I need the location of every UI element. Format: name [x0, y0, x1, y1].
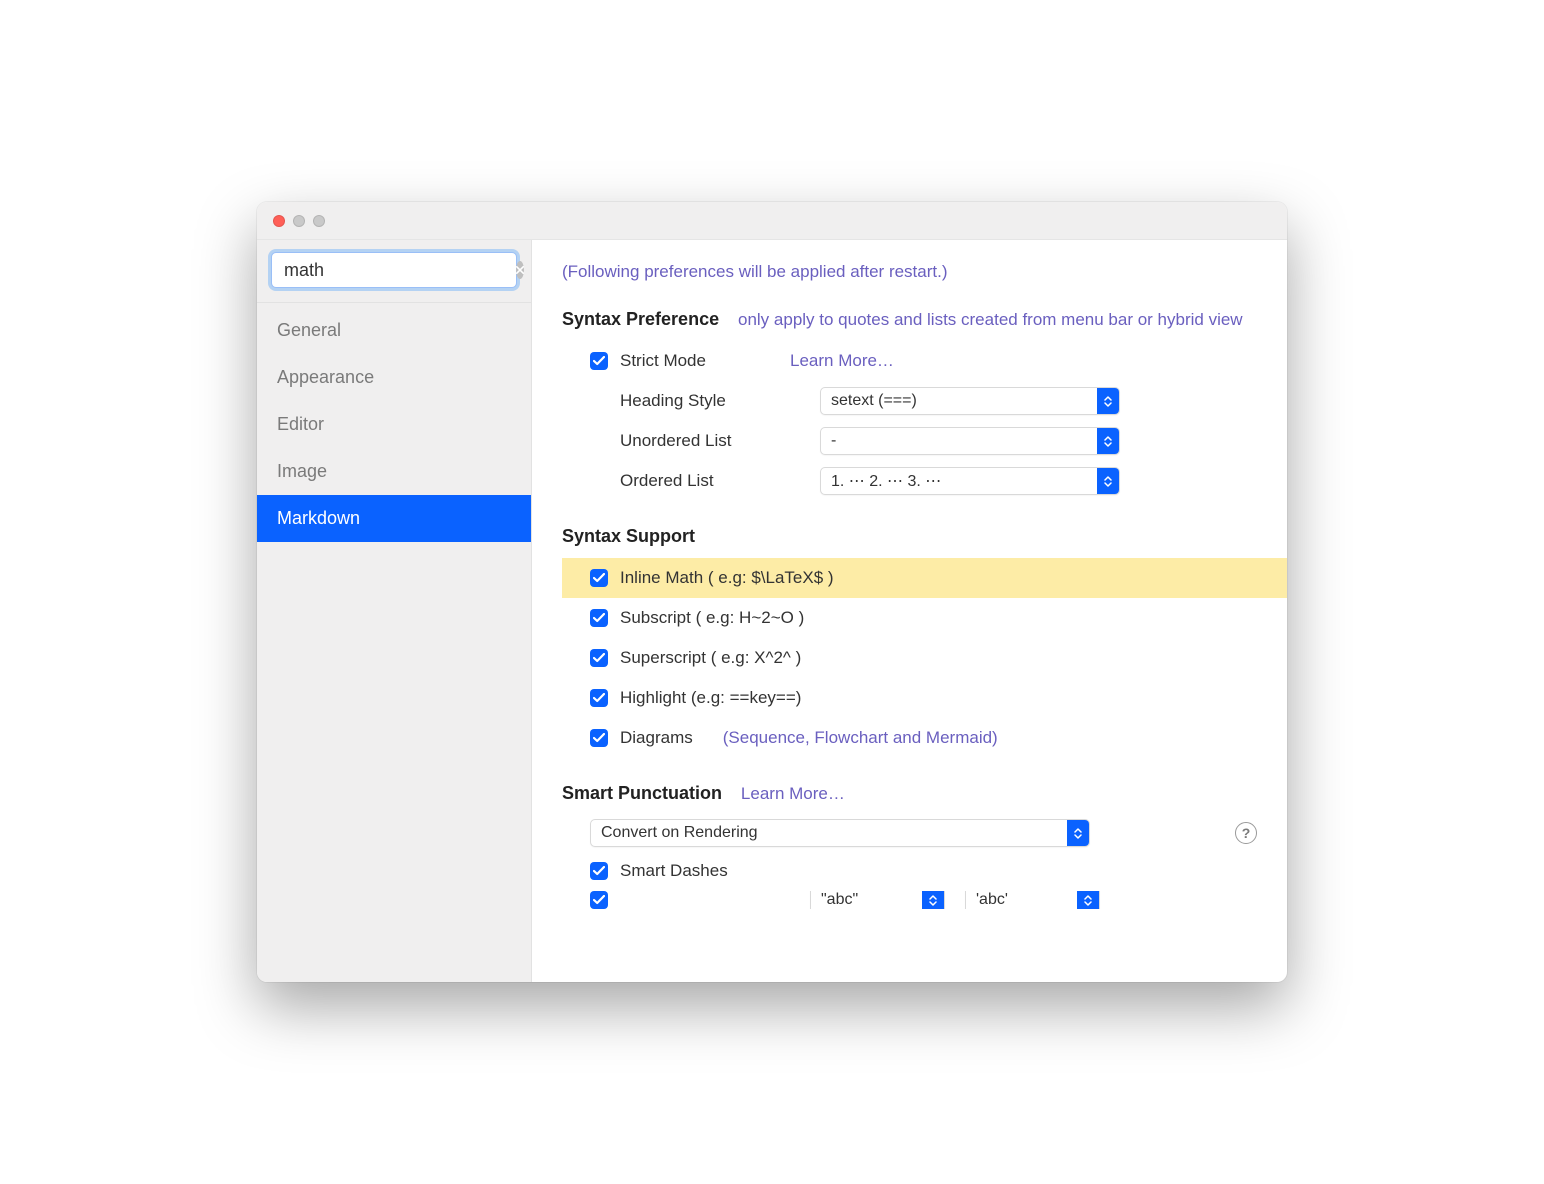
syntax-preference-title: Syntax Preference	[562, 309, 719, 329]
diagrams-hint: (Sequence, Flowchart and Mermaid)	[723, 728, 998, 748]
smart-convert-value: Convert on Rendering	[591, 824, 1067, 842]
diagrams-label: Diagrams	[620, 728, 693, 748]
sidebar: General Appearance Editor Image Markdown	[257, 240, 532, 982]
select-stepper-icon	[922, 891, 944, 909]
syntax-support-header: Syntax Support	[562, 523, 1287, 550]
superscript-checkbox[interactable]	[590, 649, 608, 667]
unordered-list-select[interactable]: -	[820, 427, 1120, 455]
unordered-list-value: -	[821, 432, 1097, 450]
highlight-row: Highlight (e.g: ==key==)	[562, 678, 1287, 718]
check-icon	[593, 613, 605, 623]
select-stepper-icon	[1097, 468, 1119, 494]
smart-convert-select[interactable]: Convert on Rendering	[590, 819, 1090, 847]
strict-mode-checkbox[interactable]	[590, 352, 608, 370]
traffic-lights	[273, 215, 325, 227]
select-stepper-icon	[1077, 891, 1099, 909]
select-stepper-icon	[1067, 820, 1089, 846]
restart-note: (Following preferences will be applied a…	[562, 262, 1287, 282]
minimize-button[interactable]	[293, 215, 305, 227]
question-icon: ?	[1242, 825, 1251, 841]
select-stepper-icon	[1097, 428, 1119, 454]
smart-punctuation-learn-more-link[interactable]: Learn More…	[741, 784, 845, 803]
search-field[interactable]	[271, 252, 517, 288]
strict-mode-row: Strict Mode Learn More…	[562, 341, 1287, 381]
ordered-list-select[interactable]: 1. ⋯ 2. ⋯ 3. ⋯	[820, 467, 1120, 495]
smart-punctuation-title: Smart Punctuation	[562, 783, 722, 803]
syntax-support-title: Syntax Support	[562, 526, 695, 546]
sidebar-item-general[interactable]: General	[257, 307, 531, 354]
diagrams-row: Diagrams (Sequence, Flowchart and Mermai…	[562, 718, 1287, 758]
syntax-preference-subtitle: only apply to quotes and lists created f…	[738, 310, 1243, 329]
inline-math-checkbox[interactable]	[590, 569, 608, 587]
search-input[interactable]	[284, 260, 516, 281]
sidebar-item-markdown[interactable]: Markdown	[257, 495, 531, 542]
check-icon	[593, 573, 605, 583]
titlebar	[257, 202, 1287, 240]
smart-quotes-double-value: "abc"	[811, 891, 922, 909]
check-icon	[593, 356, 605, 366]
check-icon	[593, 895, 605, 905]
smart-quotes-single-value: 'abc'	[966, 891, 1077, 909]
syntax-preference-header: Syntax Preference only apply to quotes a…	[562, 306, 1287, 333]
smart-dashes-checkbox[interactable]	[590, 862, 608, 880]
sidebar-item-editor[interactable]: Editor	[257, 401, 531, 448]
close-icon	[516, 266, 524, 274]
check-icon	[593, 866, 605, 876]
help-button[interactable]: ?	[1235, 822, 1257, 844]
window-body: General Appearance Editor Image Markdown…	[257, 240, 1287, 982]
ordered-list-label: Ordered List	[620, 471, 820, 491]
sidebar-nav: General Appearance Editor Image Markdown	[257, 303, 531, 542]
search-wrap	[257, 240, 531, 303]
superscript-row: Superscript ( e.g: X^2^ )	[562, 638, 1287, 678]
check-icon	[593, 733, 605, 743]
strict-mode-label: Strict Mode	[620, 351, 790, 371]
superscript-label: Superscript ( e.g: X^2^ )	[620, 648, 801, 668]
heading-style-row: Heading Style setext (===)	[562, 381, 1287, 421]
maximize-button[interactable]	[313, 215, 325, 227]
diagrams-checkbox[interactable]	[590, 729, 608, 747]
subscript-row: Subscript ( e.g: H~2~O )	[562, 598, 1287, 638]
smart-quotes-double-select[interactable]: "abc"	[810, 891, 945, 909]
ordered-list-value: 1. ⋯ 2. ⋯ 3. ⋯	[821, 471, 1097, 491]
subscript-checkbox[interactable]	[590, 609, 608, 627]
smart-quotes-row-partial: "abc" 'abc'	[562, 891, 1287, 909]
check-icon	[593, 653, 605, 663]
close-button[interactable]	[273, 215, 285, 227]
smart-dashes-label: Smart Dashes	[620, 861, 728, 881]
select-stepper-icon	[1097, 388, 1119, 414]
heading-style-select[interactable]: setext (===)	[820, 387, 1120, 415]
highlight-label: Highlight (e.g: ==key==)	[620, 688, 801, 708]
clear-search-button[interactable]	[516, 261, 524, 279]
subscript-label: Subscript ( e.g: H~2~O )	[620, 608, 804, 628]
inline-math-row: Inline Math ( e.g: $\LaTeX$ )	[562, 558, 1287, 598]
smart-punctuation-header: Smart Punctuation Learn More…	[562, 780, 1287, 807]
highlight-checkbox[interactable]	[590, 689, 608, 707]
smart-quotes-checkbox[interactable]	[590, 891, 608, 909]
sidebar-item-image[interactable]: Image	[257, 448, 531, 495]
inline-math-label: Inline Math ( e.g: $\LaTeX$ )	[620, 568, 834, 588]
smart-dashes-row: Smart Dashes	[562, 851, 1287, 891]
heading-style-value: setext (===)	[821, 392, 1097, 410]
unordered-list-label: Unordered List	[620, 431, 820, 451]
ordered-list-row: Ordered List 1. ⋯ 2. ⋯ 3. ⋯	[562, 461, 1287, 501]
preferences-window: General Appearance Editor Image Markdown…	[257, 202, 1287, 982]
heading-style-label: Heading Style	[620, 391, 820, 411]
unordered-list-row: Unordered List -	[562, 421, 1287, 461]
smart-convert-row: Convert on Rendering ?	[562, 815, 1287, 851]
check-icon	[593, 693, 605, 703]
sidebar-item-appearance[interactable]: Appearance	[257, 354, 531, 401]
strict-mode-learn-more-link[interactable]: Learn More…	[790, 351, 894, 371]
smart-quotes-single-select[interactable]: 'abc'	[965, 891, 1100, 909]
content-pane: (Following preferences will be applied a…	[532, 240, 1287, 982]
